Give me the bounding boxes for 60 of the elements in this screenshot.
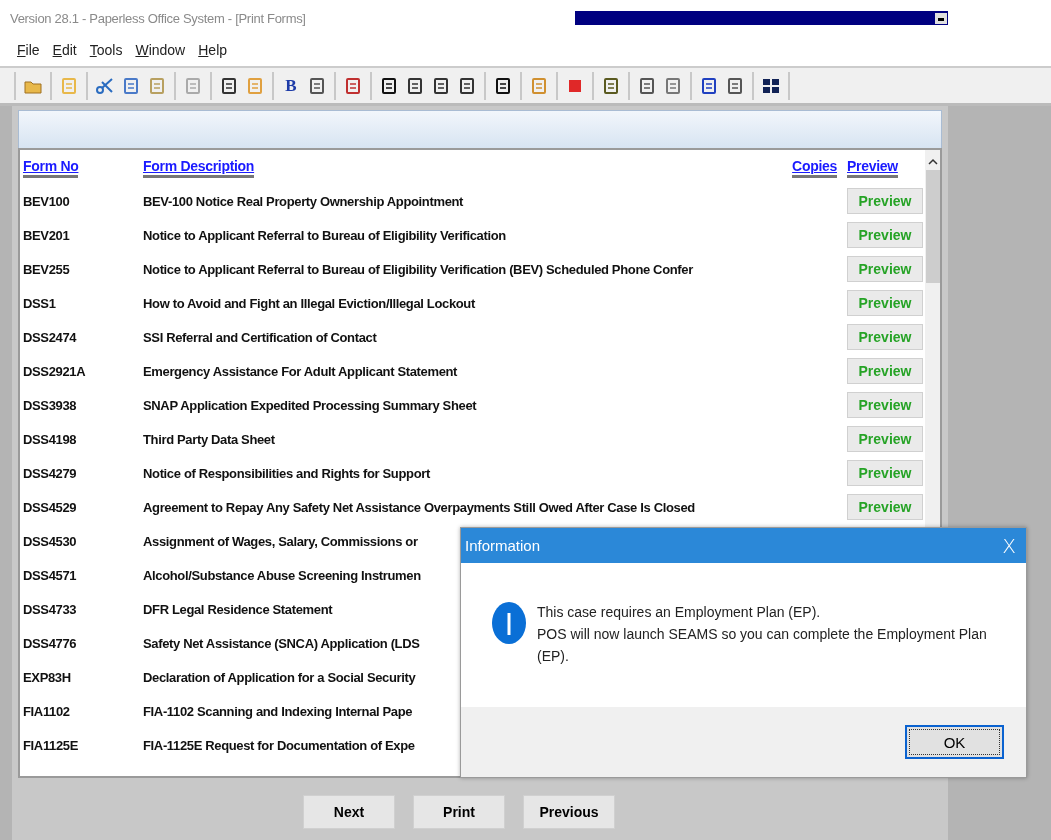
dialog-title: Information: [465, 537, 541, 554]
nav-button[interactable]: Previous: [523, 795, 615, 829]
window-title: Version 28.1 - Paperless Office System - [Print Forms]: [10, 10, 306, 26]
form-number: DSS4571: [23, 567, 77, 583]
ok-button[interactable]: OK: [905, 725, 1004, 759]
scroll-thumb[interactable]: [925, 170, 940, 283]
form-number: DSS3938: [23, 397, 77, 413]
form-number: DSS4529: [23, 499, 77, 515]
form-description: Agreement to Repay Any Safety Net Assistance Overpayments Still Owed After Case Is Closed: [143, 499, 695, 515]
form-number: BEV255: [23, 261, 70, 277]
nav-button[interactable]: Next: [303, 795, 395, 829]
form-number: DSS4530: [23, 533, 77, 549]
scroll-up-icon[interactable]: [927, 158, 938, 166]
form-description: FIA-1125E Request for Documentation of Expe: [143, 737, 415, 753]
column-header[interactable]: Copies: [792, 158, 837, 178]
form-description: DFR Legal Residence Statement: [143, 601, 333, 617]
minus-icon: [938, 17, 944, 21]
info-icon: [491, 601, 527, 645]
form-description: Emergency Assistance For Adult Applicant Statement: [143, 363, 458, 379]
column-header[interactable]: Preview: [847, 158, 898, 178]
form-number: FIA1102: [23, 703, 70, 719]
menu-item[interactable]: Tools: [89, 42, 123, 58]
form-number: DSS1: [23, 295, 56, 311]
menu-item[interactable]: Help: [198, 42, 228, 58]
scissors-icon[interactable]: [95, 75, 115, 96]
nav-button[interactable]: Print: [413, 795, 505, 829]
form-description: Declaration of Application for a Social Security: [143, 669, 416, 685]
form-description: How to Avoid and Fight an Illegal Eviction/Illegal Lockout: [143, 295, 475, 311]
column-header[interactable]: Form No: [23, 158, 79, 178]
form-description: FIA-1102 Scanning and Indexing Internal Pape: [143, 703, 413, 719]
form-description: SNAP Application Expedited Processing Summary Sheet: [143, 397, 477, 413]
menu-item[interactable]: Edit: [52, 42, 77, 58]
form-description: Safety Net Assistance (SNCA) Application (LDS: [143, 635, 420, 651]
form-number: DSS4279: [23, 465, 77, 481]
form-description: Third Party Data Sheet: [143, 431, 275, 447]
form-number: FIA1125E: [23, 737, 78, 753]
form-description: Assignment of Wages, Salary, Commissions or: [143, 533, 418, 549]
form-description: BEV-100 Notice Real Property Ownership Appointment: [143, 193, 464, 209]
form-number: BEV201: [23, 227, 70, 243]
form-description: SSI Referral and Certification of Contact: [143, 329, 377, 345]
form-number: DSS2474: [23, 329, 77, 345]
form-description: Notice to Applicant Referral to Bureau of Eligibility Verification (BEV) Scheduled Phone Confer: [143, 261, 693, 277]
form-number: DSS4733: [23, 601, 77, 617]
form-description: Alcohol/Substance Abuse Screening Instrumen: [143, 567, 421, 583]
dialog-message: POS will now launch SEAMS so you can complete the Employment Plan (EP).: [537, 625, 988, 666]
form-description: Notice of Responsibilities and Rights for Support: [143, 465, 430, 481]
close-button[interactable]: X: [1002, 533, 1016, 558]
form-number: EXP83H: [23, 669, 71, 685]
form-description: Notice to Applicant Referral to Bureau of Eligibility Verification: [143, 227, 506, 243]
menu-item[interactable]: File: [17, 42, 40, 58]
form-number: BEV100: [23, 193, 70, 209]
menu-item[interactable]: Window: [135, 42, 186, 58]
restore-button[interactable]: [935, 12, 947, 24]
bold-icon[interactable]: B: [281, 75, 301, 96]
minimized-window-bar[interactable]: [575, 11, 948, 25]
form-number: DSS2921A: [23, 363, 86, 379]
dialog-message: This case requires an Employment Plan (EP).: [537, 603, 822, 622]
column-header[interactable]: Form Description: [143, 158, 255, 178]
form-number: DSS4776: [23, 635, 77, 651]
form-number: DSS4198: [23, 431, 77, 447]
